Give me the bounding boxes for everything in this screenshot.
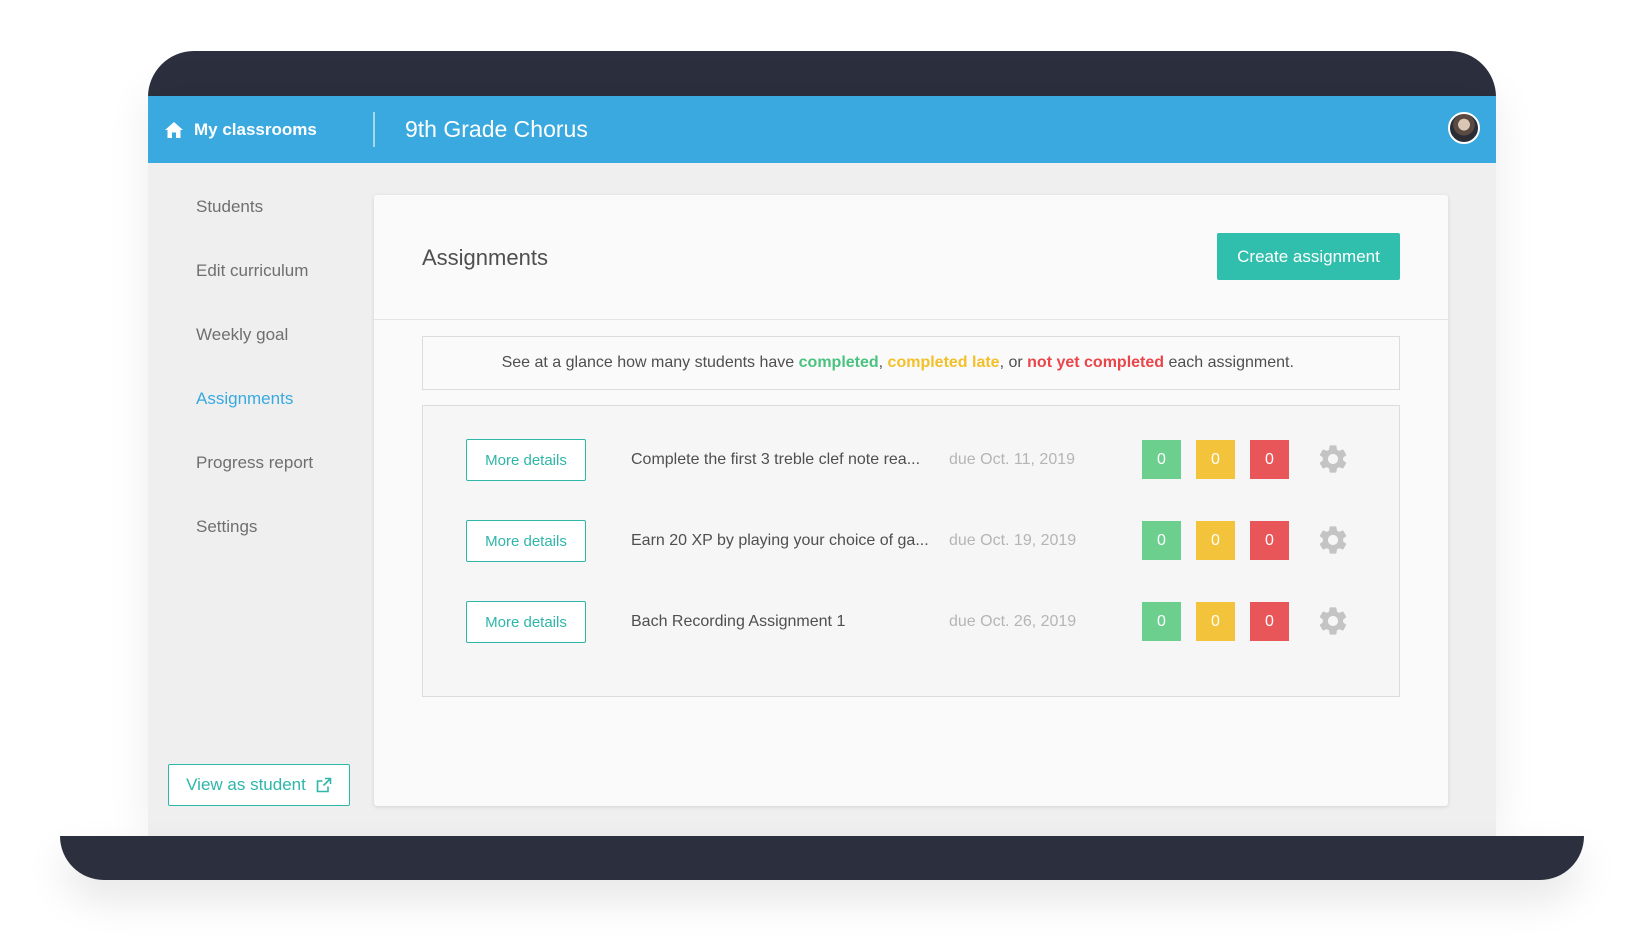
- assignments-card: Assignments Create assignment See at a g…: [374, 195, 1448, 806]
- page-title: Assignments: [422, 245, 548, 270]
- laptop-top-bezel: [148, 51, 1496, 98]
- legend-not-yet-completed: not yet completed: [1027, 354, 1165, 371]
- app-screen: My classrooms 9th Grade Chorus Students …: [148, 96, 1496, 836]
- sidebar-item-weekly-goal[interactable]: Weekly goal: [196, 325, 288, 345]
- completed-count: 0: [1142, 521, 1181, 560]
- assignment-due-date: due Oct. 26, 2019: [949, 613, 1077, 630]
- home-icon: [165, 121, 183, 138]
- not-completed-count: 0: [1250, 521, 1289, 560]
- gear-icon[interactable]: [1316, 442, 1350, 476]
- sidebar-item-students[interactable]: Students: [196, 197, 263, 217]
- assignment-title: Complete the first 3 treble clef note re…: [631, 451, 921, 468]
- top-bar: My classrooms 9th Grade Chorus: [148, 96, 1496, 163]
- my-classrooms-link[interactable]: My classrooms: [164, 96, 317, 163]
- external-link-icon: [316, 777, 332, 793]
- classroom-title: 9th Grade Chorus: [405, 116, 588, 142]
- legend-completed: completed: [798, 354, 879, 371]
- info-sep-1: ,: [878, 354, 888, 371]
- sidebar-item-progress-report[interactable]: Progress report: [196, 453, 313, 473]
- assignment-row: More details Bach Recording Assignment 1…: [423, 601, 1399, 645]
- create-assignment-button[interactable]: Create assignment: [1217, 233, 1400, 280]
- info-prefix: See at a glance how many students have: [501, 354, 799, 371]
- header-divider: [373, 112, 375, 147]
- sidebar-item-edit-curriculum[interactable]: Edit curriculum: [196, 261, 308, 281]
- not-completed-count: 0: [1250, 440, 1289, 479]
- assignment-row: More details Earn 20 XP by playing your …: [423, 520, 1399, 564]
- assignment-due-date: due Oct. 19, 2019: [949, 532, 1077, 549]
- assignment-list: More details Complete the first 3 treble…: [422, 405, 1400, 697]
- more-details-button[interactable]: More details: [466, 601, 586, 643]
- gear-icon[interactable]: [1316, 523, 1350, 557]
- assignment-title: Bach Recording Assignment 1: [631, 613, 846, 630]
- assignment-row: More details Complete the first 3 treble…: [423, 439, 1399, 483]
- assignment-title: Earn 20 XP by playing your choice of ga.…: [631, 532, 929, 549]
- info-sep-2: , or: [999, 354, 1028, 371]
- assignment-due-date: due Oct. 11, 2019: [949, 451, 1076, 468]
- completed-count: 0: [1142, 602, 1181, 641]
- completed-late-count: 0: [1196, 602, 1235, 641]
- sidebar-item-settings[interactable]: Settings: [196, 517, 257, 537]
- gear-icon[interactable]: [1316, 604, 1350, 638]
- sidebar-item-assignments[interactable]: Assignments: [196, 389, 293, 409]
- completed-count: 0: [1142, 440, 1181, 479]
- completed-late-count: 0: [1196, 521, 1235, 560]
- laptop-base: [60, 836, 1584, 880]
- more-details-button[interactable]: More details: [466, 520, 586, 562]
- completed-late-count: 0: [1196, 440, 1235, 479]
- my-classrooms-label: My classrooms: [194, 119, 317, 139]
- view-as-student-label: View as student: [186, 775, 306, 794]
- card-divider: [374, 319, 1448, 320]
- info-suffix: each assignment.: [1164, 354, 1294, 371]
- user-avatar[interactable]: [1448, 112, 1480, 144]
- view-as-student-button[interactable]: View as student: [168, 764, 350, 806]
- more-details-button[interactable]: More details: [466, 439, 586, 481]
- not-completed-count: 0: [1250, 602, 1289, 641]
- legend-completed-late: completed late: [887, 354, 1000, 371]
- legend-info-box: See at a glance how many students have c…: [422, 336, 1400, 390]
